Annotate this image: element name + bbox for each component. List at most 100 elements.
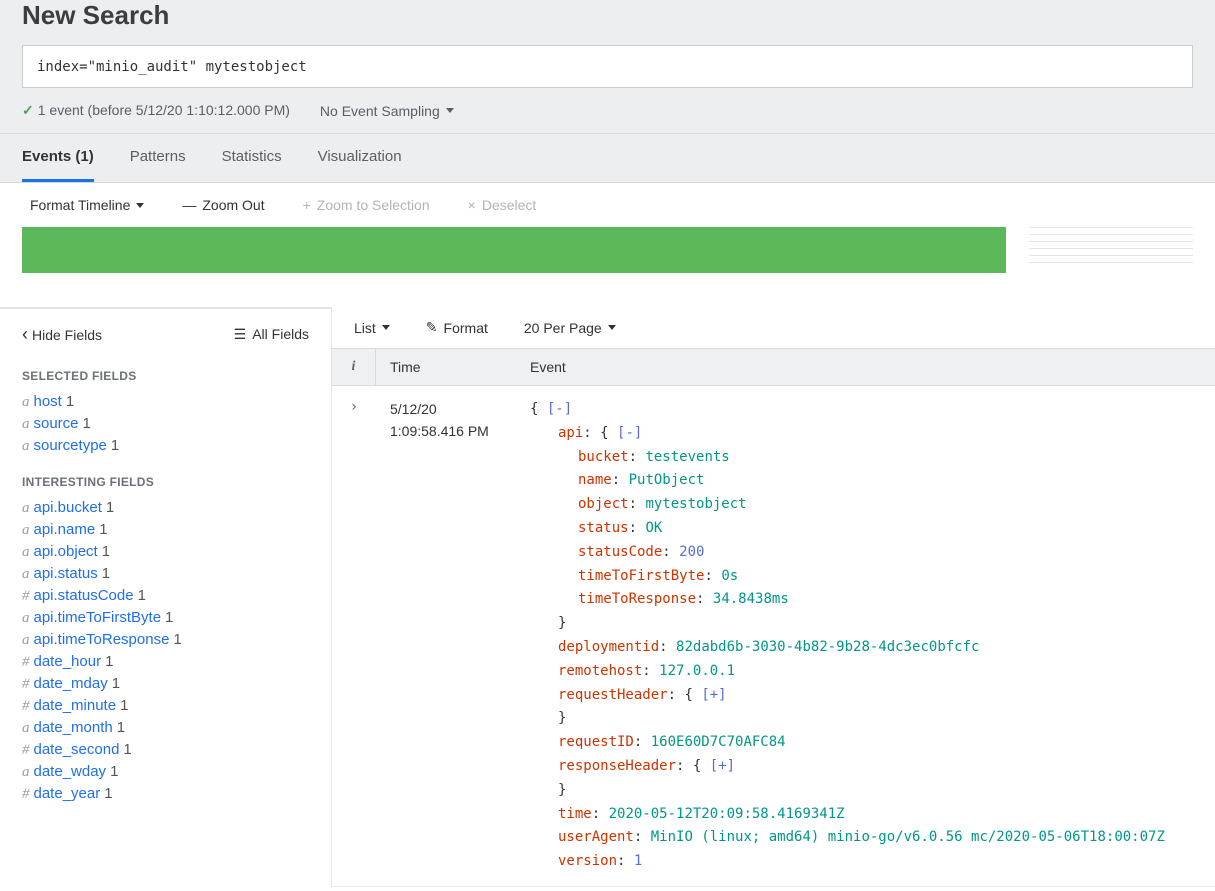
all-fields-button[interactable]: ☰All Fields	[234, 326, 309, 343]
field-count: 1	[123, 741, 131, 758]
tab-statistics[interactable]: Statistics	[222, 134, 282, 182]
field-type-icon: a	[22, 544, 30, 560]
field-item[interactable]: aapi.status1	[22, 563, 309, 585]
field-type-icon: a	[22, 632, 30, 648]
status-row: ✓1 event (before 5/12/20 1:10:12.000 PM)…	[22, 102, 1193, 133]
check-icon: ✓	[22, 102, 34, 118]
field-count: 1	[104, 785, 112, 802]
field-item[interactable]: asourcetype1	[22, 435, 309, 457]
field-item[interactable]: #api.statusCode1	[22, 585, 309, 607]
col-info[interactable]: i	[332, 349, 376, 385]
json-collapse-toggle[interactable]: [-]	[547, 401, 572, 417]
format-button[interactable]: ✎ Format	[426, 319, 488, 336]
deselect-button: × Deselect	[468, 197, 537, 213]
col-event[interactable]: Event	[516, 349, 1215, 385]
search-bar[interactable]	[22, 45, 1193, 88]
field-type-icon: a	[22, 610, 30, 626]
field-name[interactable]: api.status	[34, 565, 98, 582]
field-name[interactable]: source	[34, 415, 79, 432]
field-name[interactable]: api.name	[34, 521, 96, 538]
tab-patterns[interactable]: Patterns	[130, 134, 186, 182]
timeline-ticks	[1029, 227, 1193, 269]
selected-fields-title: SELECTED FIELDS	[22, 369, 309, 383]
field-name[interactable]: date_second	[34, 741, 120, 758]
search-status: ✓1 event (before 5/12/20 1:10:12.000 PM)	[22, 102, 290, 119]
field-name[interactable]: date_mday	[34, 675, 108, 692]
field-item[interactable]: #date_second1	[22, 739, 309, 761]
results-table-header: i Time Event	[332, 348, 1215, 386]
field-count: 1	[111, 437, 119, 454]
field-item[interactable]: aapi.object1	[22, 541, 309, 563]
timeline-bar[interactable]	[22, 227, 1006, 273]
field-item[interactable]: #date_minute1	[22, 695, 309, 717]
field-name[interactable]: api.timeToResponse	[34, 631, 170, 648]
field-type-icon: a	[22, 394, 30, 410]
format-timeline-dropdown[interactable]: Format Timeline	[30, 197, 144, 213]
list-icon: ☰	[234, 326, 247, 343]
field-item[interactable]: aapi.bucket1	[22, 497, 309, 519]
lower-region: Hide Fields ☰All Fields SELECTED FIELDS …	[0, 307, 1215, 887]
field-name[interactable]: date_wday	[34, 763, 107, 780]
field-item[interactable]: #date_year1	[22, 783, 309, 805]
json-expand-toggle[interactable]: [+]	[701, 687, 726, 703]
field-type-icon: a	[22, 566, 30, 582]
field-item[interactable]: adate_wday1	[22, 761, 309, 783]
interesting-fields-list: aapi.bucket1aapi.name1aapi.object1aapi.s…	[22, 497, 309, 805]
field-item[interactable]: aapi.timeToFirstByte1	[22, 607, 309, 629]
field-type-icon: #	[22, 588, 30, 604]
field-count: 1	[105, 653, 113, 670]
field-name[interactable]: api.object	[34, 543, 98, 560]
field-type-icon: a	[22, 764, 30, 780]
per-page-dropdown[interactable]: 20 Per Page	[524, 320, 616, 336]
field-name[interactable]: date_hour	[34, 653, 102, 670]
field-item[interactable]: aapi.name1	[22, 519, 309, 541]
field-count: 1	[66, 393, 74, 410]
field-name[interactable]: date_year	[34, 785, 101, 802]
tab-visualization[interactable]: Visualization	[318, 134, 402, 182]
field-count: 1	[117, 719, 125, 736]
field-type-icon: #	[22, 654, 30, 670]
field-name[interactable]: host	[34, 393, 62, 410]
json-expand-toggle[interactable]: [+]	[710, 758, 735, 774]
field-count: 1	[120, 697, 128, 714]
pencil-icon: ✎	[426, 319, 438, 336]
field-item[interactable]: #date_hour1	[22, 651, 309, 673]
field-name[interactable]: api.timeToFirstByte	[34, 609, 162, 626]
field-type-icon: #	[22, 698, 30, 714]
chevron-right-icon: ›	[350, 399, 358, 415]
tab-events[interactable]: Events (1)	[22, 134, 94, 182]
caret-down-icon	[382, 325, 390, 330]
field-count: 1	[102, 543, 110, 560]
results-panel: List ✎ Format 20 Per Page i Time Event ›…	[332, 307, 1215, 887]
x-icon: ×	[468, 197, 476, 213]
field-name[interactable]: api.statusCode	[34, 587, 134, 604]
field-item[interactable]: aapi.timeToResponse1	[22, 629, 309, 651]
event-sampling-dropdown[interactable]: No Event Sampling	[320, 103, 454, 119]
field-name[interactable]: date_minute	[34, 697, 117, 714]
field-item[interactable]: adate_month1	[22, 717, 309, 739]
field-name[interactable]: date_month	[34, 719, 113, 736]
field-item[interactable]: asource1	[22, 413, 309, 435]
hide-fields-button[interactable]: Hide Fields	[22, 325, 102, 343]
json-collapse-toggle[interactable]: [-]	[617, 425, 642, 441]
caret-down-icon	[608, 325, 616, 330]
field-name[interactable]: api.bucket	[34, 499, 102, 516]
field-count: 1	[110, 763, 118, 780]
minus-icon: —	[182, 197, 196, 213]
field-count: 1	[102, 565, 110, 582]
field-type-icon: a	[22, 438, 30, 454]
field-name[interactable]: sourcetype	[34, 437, 107, 454]
zoom-out-button[interactable]: — Zoom Out	[182, 197, 264, 213]
field-item[interactable]: #date_mday1	[22, 673, 309, 695]
caret-down-icon	[446, 108, 454, 113]
list-view-dropdown[interactable]: List	[354, 320, 390, 336]
field-type-icon: a	[22, 720, 30, 736]
fields-panel: Hide Fields ☰All Fields SELECTED FIELDS …	[0, 307, 332, 887]
col-time[interactable]: Time	[376, 349, 516, 385]
search-input[interactable]	[37, 59, 1178, 75]
field-count: 1	[165, 609, 173, 626]
field-type-icon: #	[22, 742, 30, 758]
expand-row-button[interactable]: ›	[332, 386, 376, 886]
field-item[interactable]: ahost1	[22, 391, 309, 413]
timeline[interactable]	[0, 227, 1215, 307]
